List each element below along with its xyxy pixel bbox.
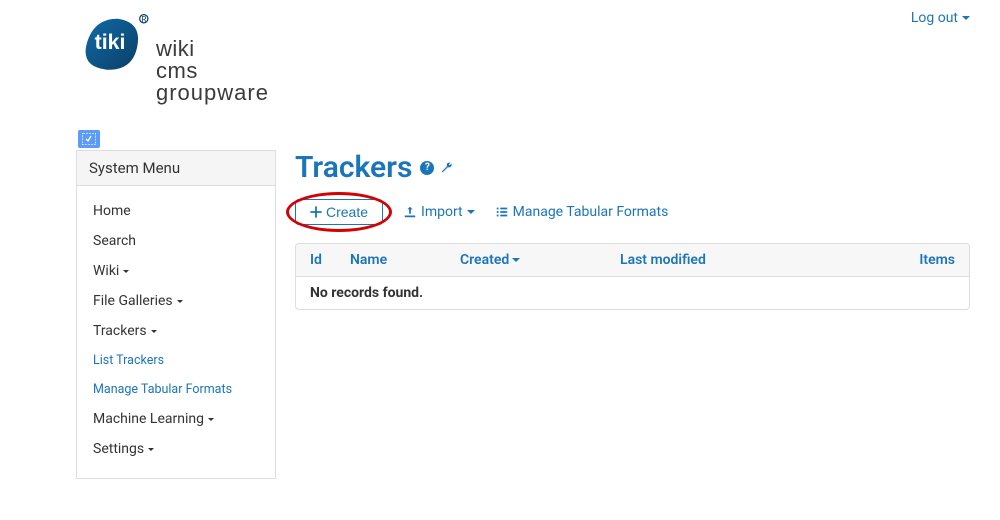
page-title-wrap: Trackers ? [295, 150, 970, 185]
sort-desc-icon [512, 258, 520, 262]
th-items[interactable]: Items [895, 252, 955, 268]
sidebar-item-label: List Trackers [93, 353, 164, 368]
brand-line2: cms [156, 60, 269, 82]
logout-link[interactable]: Log out [911, 10, 970, 26]
caret-down-icon [467, 210, 475, 214]
brand-logo[interactable]: tiki R wiki cms groupware [70, 4, 269, 104]
sidebar-item-label: Trackers [93, 323, 147, 339]
caret-down-icon [148, 448, 154, 451]
wrench-icon[interactable] [440, 161, 454, 175]
brand-text: wiki cms groupware [156, 38, 269, 104]
manage-tabular-label: Manage Tabular Formats [513, 204, 669, 220]
create-label: Create [326, 204, 368, 220]
list-icon [495, 205, 509, 219]
brand-line3: groupware [156, 82, 269, 104]
caret-down-icon [123, 270, 129, 273]
sidebar-item-label: Machine Learning [93, 411, 204, 427]
sidebar-title: System Menu [77, 151, 275, 186]
th-name[interactable]: Name [350, 252, 460, 268]
sidebar-item-file-galleries[interactable]: File Galleries [77, 286, 275, 316]
table-empty-row: No records found. [296, 277, 969, 309]
th-last-modified[interactable]: Last modified [620, 252, 895, 268]
svg-text:tiki: tiki [95, 30, 126, 54]
table-header: Id Name Created Last modified Items [296, 244, 969, 277]
tiki-logo-icon: tiki R [70, 4, 152, 86]
sidebar-item-search[interactable]: Search [77, 226, 275, 256]
caret-down-icon [151, 330, 157, 333]
sidebar-item-manage-tabular-formats[interactable]: Manage Tabular Formats [77, 375, 275, 404]
top-bar: Log out [911, 10, 970, 26]
create-button[interactable]: Create [295, 199, 383, 225]
page-title: Trackers [295, 150, 412, 185]
sidebar-item-label: Home [93, 203, 131, 219]
sidebar-item-list-trackers[interactable]: List Trackers [77, 346, 275, 375]
trackers-table: Id Name Created Last modified Items No r… [295, 243, 970, 310]
sidebar-item-settings[interactable]: Settings [77, 434, 275, 464]
svg-text:R: R [141, 15, 146, 25]
caret-down-icon [962, 16, 970, 20]
th-created-label: Created [460, 252, 509, 268]
upload-icon [403, 205, 417, 219]
sidebar-item-label: Settings [93, 441, 144, 457]
brand-line1: wiki [156, 38, 269, 60]
sidebar-item-label: Wiki [93, 263, 119, 279]
sidebar-item-label: Search [93, 233, 136, 249]
th-id[interactable]: Id [310, 252, 350, 268]
sidebar-item-label: Manage Tabular Formats [93, 382, 232, 397]
sidebar-item-machine-learning[interactable]: Machine Learning [77, 404, 275, 434]
import-label: Import [421, 204, 463, 220]
toolbar: Create Import Manage Tabular Formats [295, 199, 970, 225]
caret-down-icon [177, 300, 183, 303]
import-button[interactable]: Import [403, 204, 475, 220]
module-toggle-icon[interactable] [78, 130, 100, 148]
main-content: Trackers ? Create Import M [295, 150, 970, 310]
no-records-text: No records found. [310, 285, 423, 301]
sidebar-item-label: File Galleries [93, 293, 173, 309]
sidebar-item-trackers[interactable]: Trackers [77, 316, 275, 346]
sidebar-item-home[interactable]: Home [77, 196, 275, 226]
manage-tabular-button[interactable]: Manage Tabular Formats [495, 204, 669, 220]
sidebar-item-wiki[interactable]: Wiki [77, 256, 275, 286]
sidebar: System Menu Home Search Wiki File Galler… [76, 150, 276, 479]
caret-down-icon [208, 418, 214, 421]
logout-label: Log out [911, 10, 958, 26]
th-created[interactable]: Created [460, 252, 620, 268]
help-icon[interactable]: ? [420, 161, 434, 175]
plus-icon [310, 206, 322, 218]
